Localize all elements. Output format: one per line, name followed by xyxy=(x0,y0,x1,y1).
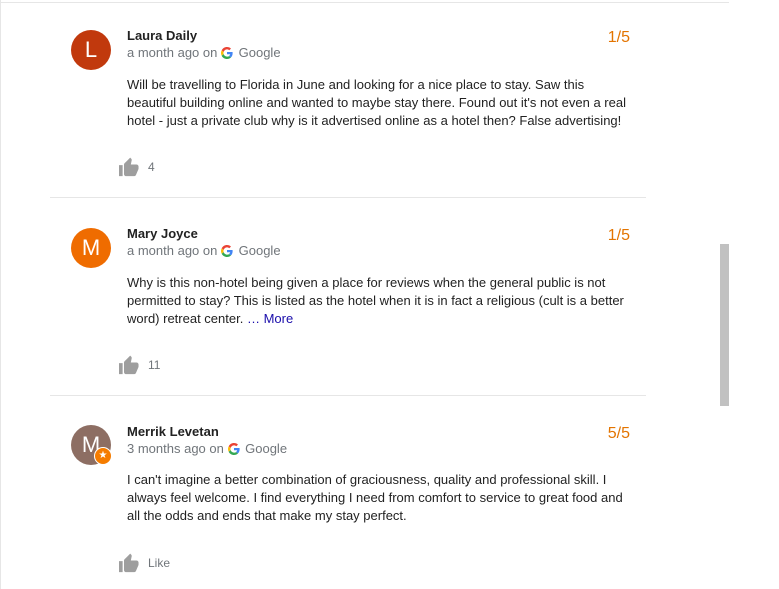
review-meta: a month ago on Google xyxy=(127,45,281,60)
review-card: M Mary Joyce a month ago on Google 1/5 W… xyxy=(50,198,646,396)
review-time: a month ago xyxy=(127,243,200,258)
thumbs-up-icon xyxy=(119,157,139,177)
more-link[interactable]: … More xyxy=(247,311,293,326)
review-rating: 1/5 xyxy=(607,29,630,46)
panel-left-border xyxy=(0,0,1,589)
like-count: Like xyxy=(148,556,171,570)
review-meta: 3 months ago on Google xyxy=(127,441,287,456)
like-button[interactable]: Like xyxy=(118,553,170,573)
like-count: 11 xyxy=(148,358,161,372)
reviewer-name[interactable]: Mary Joyce xyxy=(127,226,198,241)
review-source[interactable]: Google xyxy=(239,45,281,60)
review-source[interactable]: Google xyxy=(245,441,287,456)
like-button[interactable]: 11 xyxy=(118,355,160,375)
review-rating: 5/5 xyxy=(607,425,630,442)
reviewer-name[interactable]: Laura Daily xyxy=(127,28,197,43)
review-time: 3 months ago xyxy=(127,441,206,456)
scrollbar-thumb[interactable] xyxy=(720,244,729,406)
local-guide-star-icon: ★ xyxy=(94,447,112,465)
reviewer-name[interactable]: Merrik Levetan xyxy=(127,424,219,439)
thumbs-up-icon xyxy=(119,355,139,375)
review-on-label: on xyxy=(202,243,218,258)
review-time: a month ago xyxy=(127,45,200,60)
like-count: 4 xyxy=(148,160,155,174)
review-text: Will be travelling to Florida in June an… xyxy=(127,77,626,128)
google-g-icon xyxy=(227,443,240,455)
avatar[interactable]: L xyxy=(71,30,111,70)
review-text: Why is this non-hotel being given a plac… xyxy=(127,275,624,326)
google-g-icon xyxy=(221,47,233,59)
review-rating: 1/5 xyxy=(607,227,630,244)
review-meta: a month ago on Google xyxy=(127,243,281,258)
avatar[interactable]: M xyxy=(71,228,111,268)
review-on-label: on xyxy=(209,441,224,456)
review-on-label: on xyxy=(202,45,218,60)
like-button[interactable]: 4 xyxy=(118,157,155,177)
thumbs-up-icon xyxy=(119,553,139,573)
review-card: M ★ Merrik Levetan 3 months ago on Googl… xyxy=(50,396,646,589)
google-g-icon xyxy=(221,245,233,257)
review-text-block: Why is this non-hotel being given a plac… xyxy=(127,274,632,328)
review-text: I can't imagine a better combination of … xyxy=(127,472,623,523)
review-card: L Laura Daily a month ago on Google 1/5 … xyxy=(50,0,646,198)
review-source[interactable]: Google xyxy=(239,243,281,258)
